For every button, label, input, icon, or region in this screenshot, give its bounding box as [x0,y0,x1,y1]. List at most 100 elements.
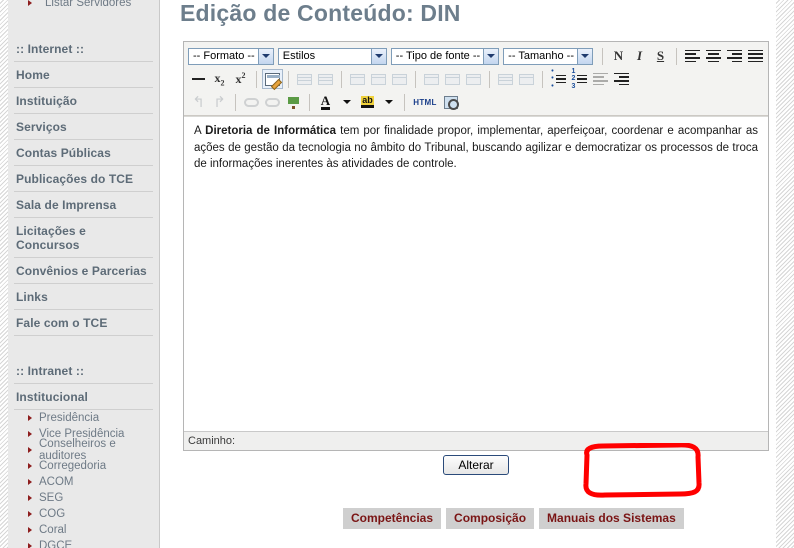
tab-composi-o[interactable]: Composição [446,508,535,529]
preview-button[interactable] [440,92,461,112]
insert-column-after-button[interactable] [442,69,463,89]
sidebar-link-institui-o[interactable]: Instituição [14,88,153,114]
submit-row: Alterar [183,455,769,475]
chevron-down-icon [385,100,393,104]
redo-button[interactable]: ↱ [209,92,230,112]
chevron-down-icon [370,48,386,64]
tab-compet-ncias[interactable]: Competências [343,508,442,529]
toolbar-row-3: ↰ ↱ A ab HTML [186,91,766,113]
main-content: Edição de Conteúdo: DIN -- Formato -- Es… [161,0,776,548]
toolbar-row-1: -- Formato -- Estilos -- Tipo de fonte -… [186,45,766,67]
numbered-list-button[interactable]: 123 [569,68,590,90]
increase-indent-button[interactable] [611,69,632,89]
format-dropdown[interactable]: -- Formato -- [188,47,274,65]
sidebar-link-fale-com-o-tce[interactable]: Fale com o TCE [14,310,153,336]
insert-row-after-button[interactable] [368,69,389,89]
triangle-bullet-icon [28,431,32,437]
insert-image-button[interactable] [283,92,304,112]
sidebar-item-presid-ncia[interactable]: Presidência [14,410,153,426]
text-color-dropdown[interactable] [336,92,357,112]
column-delete-icon [466,73,481,85]
sidebar-item-label: SEG [39,492,64,504]
text-color-button[interactable]: A [315,92,336,112]
sidebar-item-listar-servidores[interactable]: Listar Servidores [14,0,153,10]
triangle-bullet-icon [28,415,32,421]
decrease-indent-button[interactable] [590,69,611,89]
subscript-button[interactable]: x2 [209,69,230,89]
row-delete-icon [392,73,407,85]
align-justify-icon [748,49,763,63]
sidebar-item-acom[interactable]: ACOM [14,474,153,490]
font-family-dropdown[interactable]: -- Tipo de fonte -- [390,47,500,65]
sidebar-link-servi-os[interactable]: Serviços [14,114,153,140]
insert-column-before-button[interactable] [421,69,442,89]
toolbar-divider [235,93,236,111]
horizontal-rule-button[interactable] [188,69,209,89]
sidebar-link-licita-es-e-concursos[interactable]: Licitações e Concursos [14,218,153,258]
table-properties-button[interactable] [516,69,537,89]
bold-button[interactable]: N [608,46,629,66]
bulleted-list-button[interactable]: • • • [548,68,569,90]
row-insert-before-icon [350,73,365,85]
styles-dropdown-value: Estilos [282,50,316,62]
bold-icon: N [613,48,624,63]
delete-row-button[interactable] [389,69,410,89]
superscript-button[interactable]: x2 [230,69,251,89]
sidebar-link-sala-de-imprensa[interactable]: Sala de Imprensa [14,192,153,218]
styles-dropdown[interactable]: Estilos [277,47,387,65]
sidebar-item-label: Conselheiros e auditores [39,438,116,462]
sidebar-header-intranet: :: Intranet :: [14,358,153,384]
toolbar-divider [542,70,543,88]
sidebar-link-publica-es-do-tce[interactable]: Publicações do TCE [14,166,153,192]
sidebar-item-label: Coral [39,524,67,536]
toolbar-divider [602,47,603,65]
editor-canvas[interactable]: A Diretoria de Informática tem por final… [184,116,768,431]
align-center-button[interactable] [703,46,724,66]
sidebar-item-label: ACOM [39,476,74,488]
delete-column-button[interactable] [463,69,484,89]
sidebar-item-cog[interactable]: COG [14,506,153,522]
align-justify-button[interactable] [745,46,766,66]
sidebar-link-conv-nios-e-parcerias[interactable]: Convênios e Parcerias [14,258,153,284]
sidebar-item-dgce[interactable]: DGCE [14,538,153,548]
sidebar-item-seg[interactable]: SEG [14,490,153,506]
sidebar-item-conselheiros-e-auditores[interactable]: Conselheiros e auditores [14,438,153,462]
page-title: Edição de Conteúdo: DIN [180,0,461,27]
tab-manuais-dos-sistemas[interactable]: Manuais dos Sistemas [539,508,684,529]
numbered-list-icon: 123 [572,68,588,90]
align-left-button[interactable] [682,46,703,66]
edit-table-properties-button[interactable] [262,69,283,89]
sidebar-item-label: Listar Servidores [45,0,132,9]
split-cells-button[interactable] [315,69,336,89]
sidebar-link-links[interactable]: Links [14,284,153,310]
remove-link-button[interactable] [262,92,283,112]
sidebar-header-institucional: Institucional [14,384,153,410]
sidebar-link-home[interactable]: Home [14,62,153,88]
alterar-button[interactable]: Alterar [443,455,509,475]
sidebar: Listar Servidores :: Internet :: Home Ins… [8,0,160,548]
insert-row-before-button[interactable] [347,69,368,89]
undo-button[interactable]: ↰ [188,92,209,112]
background-color-dropdown[interactable] [378,92,399,112]
align-right-button[interactable] [724,46,745,66]
merge-cells-button[interactable] [294,69,315,89]
sidebar-institucional-items: Presidência Vice Presidência Conselheiros … [14,410,153,548]
italic-icon: I [636,48,643,63]
strikethrough-button[interactable]: S [650,46,671,66]
triangle-bullet-icon [28,527,32,533]
sidebar-link-contas-p-blicas[interactable]: Contas Públicas [14,140,153,166]
insert-link-button[interactable] [241,92,262,112]
sidebar-item-coral[interactable]: Coral [14,522,153,538]
font-size-dropdown-value: -- Tamanho -- [508,50,574,62]
background-color-button[interactable]: ab [357,92,378,112]
subscript-icon: x2 [214,70,225,88]
toolbar-divider [404,93,405,111]
italic-button[interactable]: I [629,46,650,66]
insert-table-button[interactable] [495,69,516,89]
format-dropdown-value: -- Formato -- [193,50,255,62]
editor-body-text: A Diretoria de Informática tem por final… [194,123,758,173]
source-html-button[interactable]: HTML [410,92,440,112]
font-size-dropdown[interactable]: -- Tamanho -- [503,47,593,65]
